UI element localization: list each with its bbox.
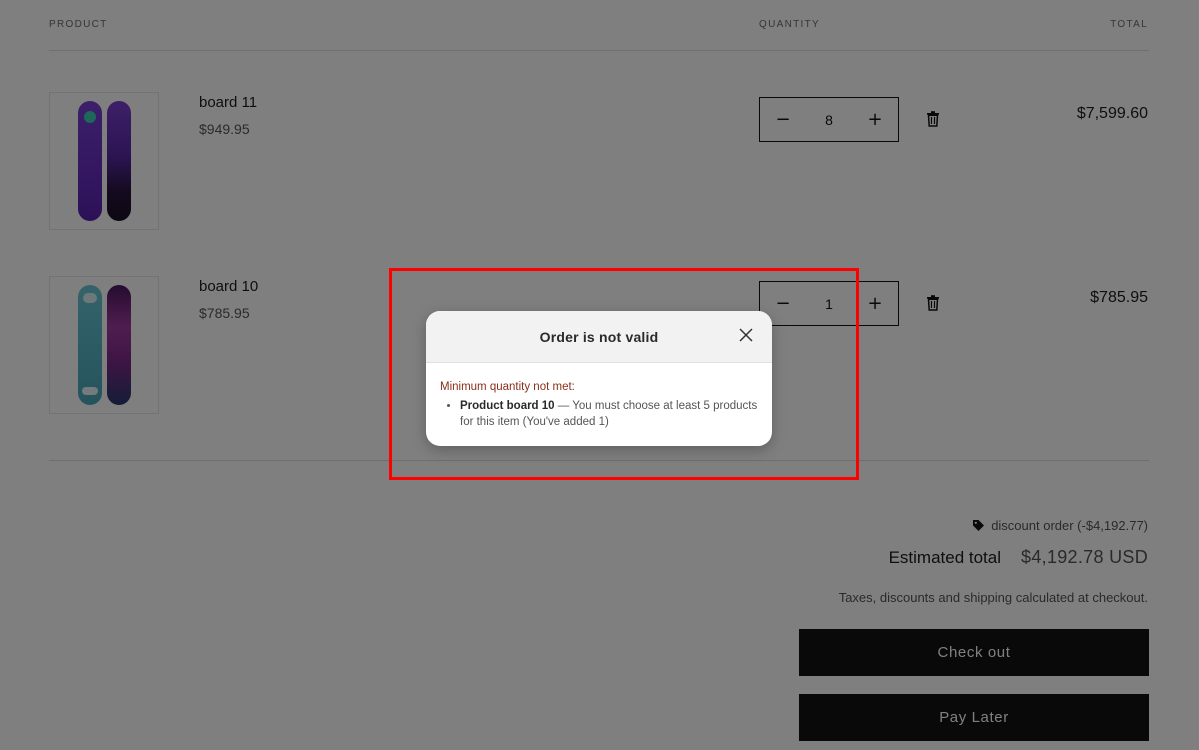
dialog-body: Minimum quantity not met: Product board … xyxy=(426,363,772,430)
close-icon[interactable] xyxy=(738,327,754,343)
dialog-title: Order is not valid xyxy=(539,328,659,345)
error-product: Product board 10 xyxy=(460,400,555,412)
cart-page: PRODUCT QUANTITY TOTAL board 11 $949.95 … xyxy=(0,0,1199,750)
error-heading: Minimum quantity not met: xyxy=(440,381,575,393)
order-invalid-dialog: Order is not valid Minimum quantity not … xyxy=(426,311,772,446)
error-item: Product board 10 — You must choose at le… xyxy=(460,398,758,430)
dialog-header: Order is not valid xyxy=(426,311,772,363)
error-list: Product board 10 — You must choose at le… xyxy=(440,398,758,430)
